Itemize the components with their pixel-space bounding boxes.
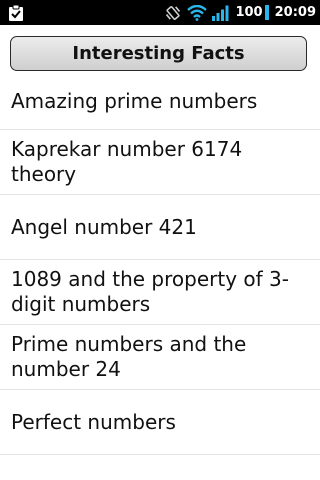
status-bar: 100 20:09 [0,0,320,25]
list-item-amazing-prime-numbers[interactable]: Amazing prime numbers [0,74,320,130]
page-title: Interesting Facts [72,43,245,64]
signal-bars-icon [212,5,229,21]
status-icons: 100 20:09 [164,0,316,25]
battery-icon [264,5,269,20]
facts-list: Amazing prime numbers Kaprekar number 61… [0,74,320,455]
list-item-perfect-numbers[interactable]: Perfect numbers [0,390,320,455]
clock: 20:09 [274,5,316,20]
vibrate-icon [166,5,181,20]
list-item-prime-numbers-24[interactable]: Prime numbers and the number 24 [0,325,320,390]
clipboard-check-icon [9,4,23,21]
list-item-angel-number[interactable]: Angel number 421 [0,195,320,260]
header-title-box: Interesting Facts [10,36,307,71]
list-item-kaprekar-number[interactable]: Kaprekar number 6174 theory [0,130,320,195]
battery-level: 100 [235,5,263,20]
list-item-1089-property[interactable]: 1089 and the property of 3-digit numbers [0,260,320,325]
wifi-icon [187,4,208,21]
